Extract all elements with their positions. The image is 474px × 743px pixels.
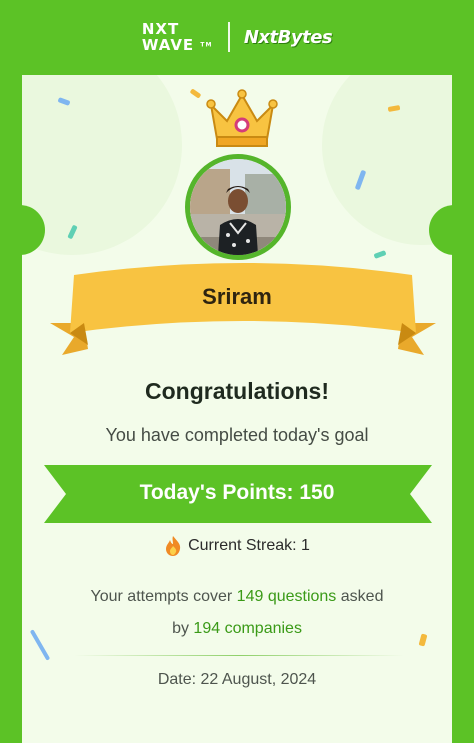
- logo-tm: TM: [200, 41, 213, 49]
- logo-line-2: WAVE: [141, 35, 195, 54]
- confetti: [189, 88, 202, 99]
- profile-photo: [190, 159, 286, 255]
- congratulations-title: Congratulations!: [145, 378, 329, 404]
- goal-subtitle: You have completed today's goal: [105, 425, 369, 445]
- certificate-card: Sriram Congratulations! You have complet…: [22, 75, 452, 743]
- nxtbytes-logo: NxtBytes: [243, 26, 333, 48]
- background-swirl: [22, 75, 182, 255]
- certificate-date: Date: 22 August, 2024: [157, 671, 317, 688]
- fire-icon: [166, 536, 181, 556]
- questions-count: 149 questions: [236, 588, 337, 605]
- student-name: Sriram: [202, 284, 272, 309]
- header-divider: [227, 22, 230, 52]
- stats-by: by: [172, 620, 189, 637]
- companies-count: 194 companies: [193, 620, 302, 637]
- name-ribbon: [50, 263, 436, 355]
- current-streak: Current Streak: 1: [22, 535, 452, 557]
- todays-points: Today's Points: 150: [139, 481, 335, 504]
- crown-icon: [206, 89, 278, 147]
- logo-line-1: NXT: [141, 19, 180, 38]
- streak-label: Current Streak: 1: [188, 537, 310, 554]
- divider-line: [74, 655, 404, 656]
- attempts-summary: Your attempts cover 149 questions asked …: [22, 581, 452, 645]
- avatar: [185, 154, 291, 260]
- stats-prefix: Your attempts cover: [90, 588, 233, 605]
- stats-middle: asked: [340, 588, 384, 605]
- nxtwave-logo: NXT WAVE TM: [142, 21, 214, 54]
- header: NXT WAVE TM NxtBytes: [0, 0, 474, 74]
